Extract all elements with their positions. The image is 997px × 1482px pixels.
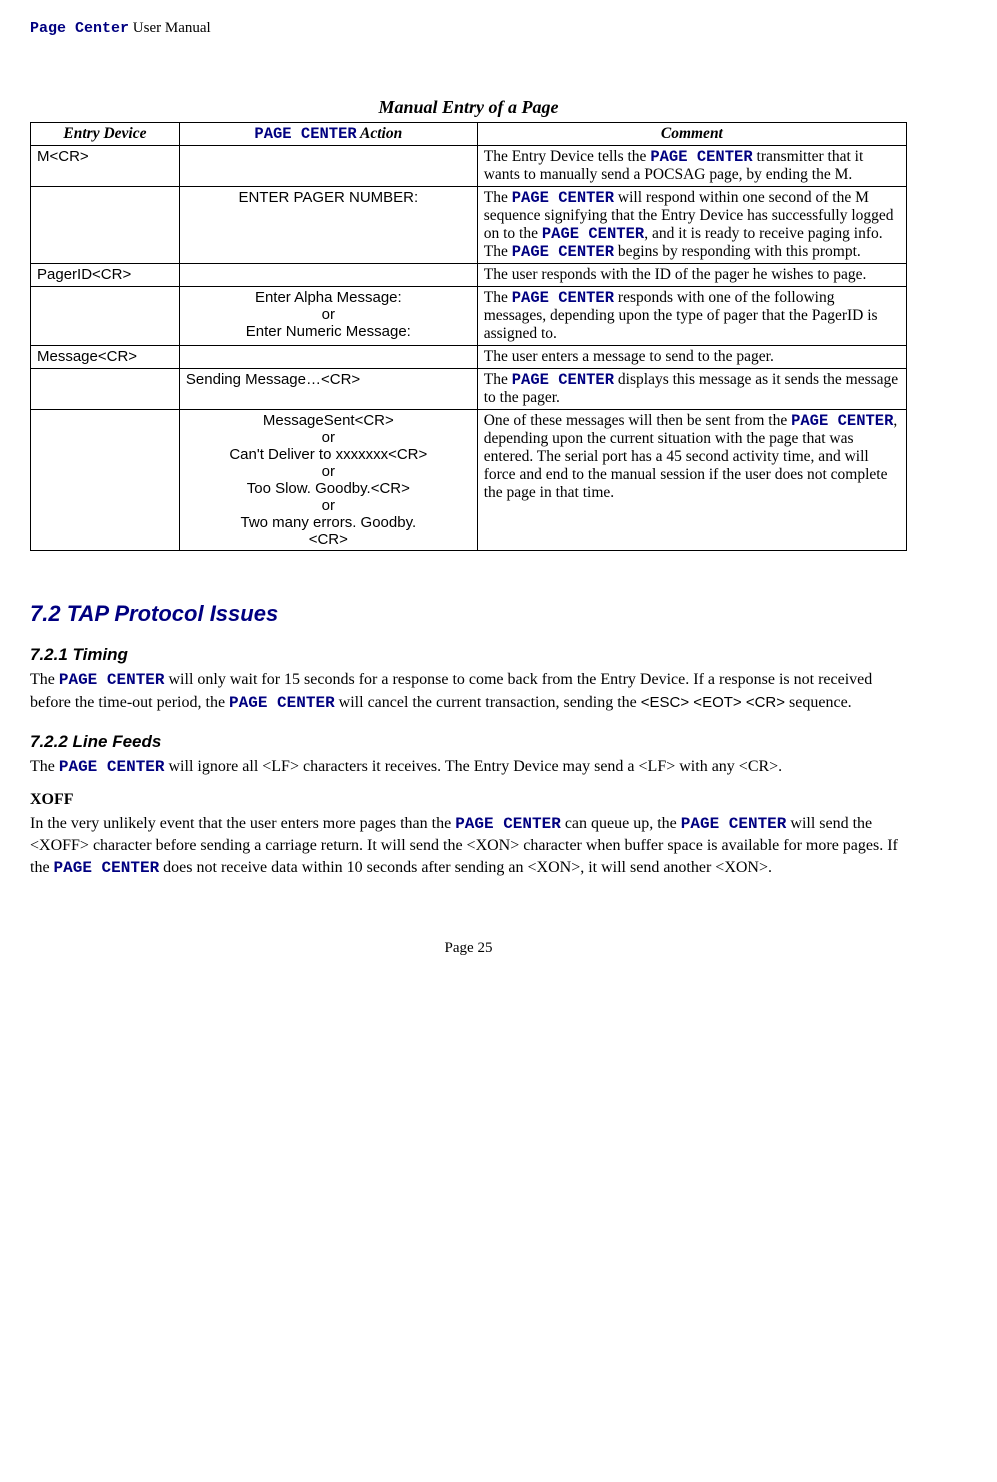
- cell-comment: The PAGE CENTER responds with one of the…: [477, 287, 906, 346]
- section-7-2-1-heading: 7.2.1 Timing: [30, 645, 907, 665]
- table-row: Sending Message…<CR> The PAGE CENTER dis…: [31, 369, 907, 410]
- action-line: or: [186, 306, 471, 323]
- action-line: or: [186, 463, 471, 480]
- pc-ref: PAGE CENTER: [59, 758, 165, 776]
- header-suffix: User Manual: [129, 20, 211, 36]
- pc-ref: PAGE CENTER: [512, 371, 614, 389]
- cell-entry: Message<CR>: [31, 346, 180, 369]
- cell-entry: PagerID<CR>: [31, 264, 180, 287]
- pc-ref: PAGE CENTER: [512, 189, 614, 207]
- text: begins by responding with this prompt.: [614, 243, 861, 260]
- cell-entry: [31, 187, 180, 264]
- pc-ref: PAGE CENTER: [512, 289, 614, 307]
- escape-seq: <ESC> <EOT> <CR>: [641, 694, 785, 711]
- pc-ref: PAGE CENTER: [650, 148, 752, 166]
- table-row: ENTER PAGER NUMBER: The PAGE CENTER will…: [31, 187, 907, 264]
- cell-comment: The PAGE CENTER displays this message as…: [477, 369, 906, 410]
- section-7-2-heading: 7.2 TAP Protocol Issues: [30, 601, 907, 627]
- cell-action: [179, 146, 477, 187]
- text: The: [30, 758, 59, 775]
- section-7-2-2-body: The PAGE CENTER will ignore all <LF> cha…: [30, 756, 907, 779]
- text: sequence.: [785, 694, 852, 711]
- cell-comment: The Entry Device tells the PAGE CENTER t…: [477, 146, 906, 187]
- xoff-body: In the very unlikely event that the user…: [30, 813, 907, 880]
- text: The: [484, 289, 512, 306]
- text: can queue up, the: [561, 815, 681, 832]
- manual-entry-table: Entry Device PAGE CENTER Action Comment …: [30, 122, 907, 551]
- text: One of these messages will then be sent …: [484, 412, 791, 429]
- table-header-row: Entry Device PAGE CENTER Action Comment: [31, 123, 907, 146]
- cell-action: Enter Alpha Message: or Enter Numeric Me…: [179, 287, 477, 346]
- th-entry: Entry Device: [31, 123, 180, 146]
- pc-ref: PAGE CENTER: [229, 694, 335, 712]
- table-row: PagerID<CR> The user responds with the I…: [31, 264, 907, 287]
- cell-action: MessageSent<CR> or Can't Deliver to xxxx…: [179, 410, 477, 551]
- text: The: [484, 371, 512, 388]
- pc-ref: PAGE CENTER: [512, 243, 614, 261]
- table-row: MessageSent<CR> or Can't Deliver to xxxx…: [31, 410, 907, 551]
- table-row: Enter Alpha Message: or Enter Numeric Me…: [31, 287, 907, 346]
- action-line: or: [186, 497, 471, 514]
- cell-entry: [31, 369, 180, 410]
- text: The Entry Device tells the: [484, 148, 651, 165]
- table-caption: Manual Entry of a Page: [30, 97, 907, 118]
- product-name: Page Center: [30, 20, 129, 37]
- cell-entry: [31, 410, 180, 551]
- text: will cancel the current transaction, sen…: [335, 694, 641, 711]
- pc-ref: PAGE CENTER: [542, 225, 644, 243]
- cell-action: [179, 346, 477, 369]
- cell-entry: M<CR>: [31, 146, 180, 187]
- action-line: Enter Alpha Message:: [186, 289, 471, 306]
- section-7-2-2-heading: 7.2.2 Line Feeds: [30, 732, 907, 752]
- table-row: M<CR> The Entry Device tells the PAGE CE…: [31, 146, 907, 187]
- page-header: Page Center User Manual: [30, 20, 907, 37]
- action-line: Two many errors. Goodby.: [186, 514, 471, 531]
- pc-ref: PAGE CENTER: [681, 815, 787, 833]
- text: In the very unlikely event that the user…: [30, 815, 455, 832]
- section-7-2-1-body: The PAGE CENTER will only wait for 15 se…: [30, 669, 907, 714]
- cell-comment: The user responds with the ID of the pag…: [477, 264, 906, 287]
- text: The: [30, 671, 59, 688]
- text: will ignore all <LF> characters it recei…: [165, 758, 783, 775]
- pc-ref: PAGE CENTER: [455, 815, 561, 833]
- pc-ref: PAGE CENTER: [59, 671, 165, 689]
- cell-action: ENTER PAGER NUMBER:: [179, 187, 477, 264]
- th-action-suffix: Action: [357, 125, 403, 142]
- action-line: or: [186, 429, 471, 446]
- action-line: <CR>: [186, 531, 471, 548]
- cell-comment: The user enters a message to send to the…: [477, 346, 906, 369]
- pc-ref: PAGE CENTER: [791, 412, 893, 430]
- cell-action: Sending Message…<CR>: [179, 369, 477, 410]
- th-comment: Comment: [477, 123, 906, 146]
- cell-entry: [31, 287, 180, 346]
- action-line: Too Slow. Goodby.<CR>: [186, 480, 471, 497]
- text: does not receive data within 10 seconds …: [159, 859, 772, 876]
- th-action-pc: PAGE CENTER: [254, 125, 356, 143]
- pc-ref: PAGE CENTER: [54, 859, 160, 877]
- text: The: [484, 189, 512, 206]
- action-line: Enter Numeric Message:: [186, 323, 471, 340]
- cell-action: [179, 264, 477, 287]
- th-action: PAGE CENTER Action: [179, 123, 477, 146]
- table-row: Message<CR> The user enters a message to…: [31, 346, 907, 369]
- action-line: MessageSent<CR>: [186, 412, 471, 429]
- xoff-heading: XOFF: [30, 791, 907, 809]
- cell-comment: One of these messages will then be sent …: [477, 410, 906, 551]
- page-number: Page 25: [30, 940, 907, 957]
- action-line: Can't Deliver to xxxxxxx<CR>: [186, 446, 471, 463]
- cell-comment: The PAGE CENTER will respond within one …: [477, 187, 906, 264]
